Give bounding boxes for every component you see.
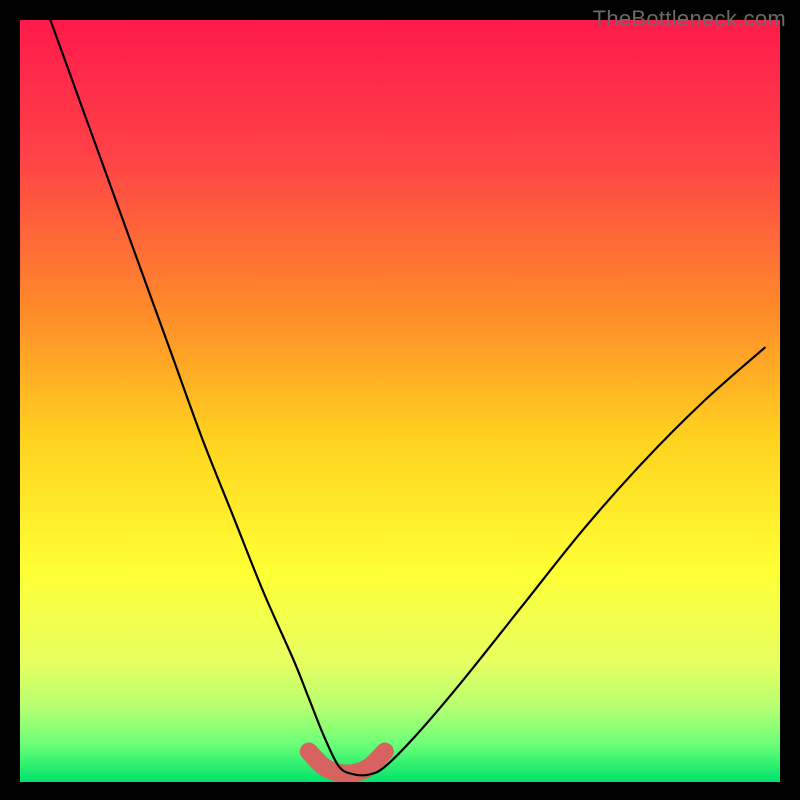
bottleneck-chart <box>0 0 800 800</box>
gradient-background <box>20 20 780 782</box>
chart-stage: TheBottleneck.com <box>0 0 800 800</box>
watermark-text: TheBottleneck.com <box>593 6 786 32</box>
